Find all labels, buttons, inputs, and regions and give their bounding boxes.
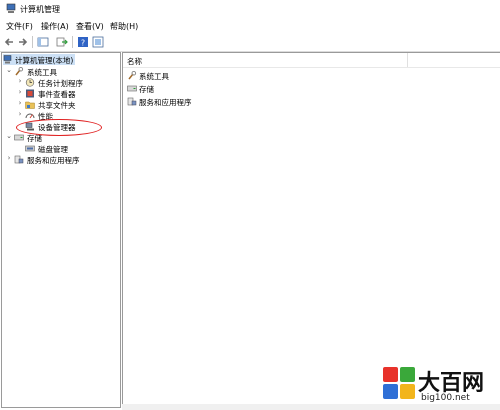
toolbar-separator (32, 36, 33, 48)
clock-icon (25, 78, 35, 87)
event-viewer-icon (26, 89, 34, 98)
tree-root[interactable]: 计算机管理(本地) (3, 54, 113, 65)
properties-icon[interactable] (92, 36, 104, 48)
disk-management-icon (25, 145, 35, 152)
chevron-right-icon[interactable]: › (16, 110, 24, 118)
highlight-ring (16, 119, 102, 136)
services-icon (14, 155, 24, 164)
toolbar: ? (0, 33, 500, 52)
performance-icon (25, 113, 35, 119)
tree-item-event-viewer[interactable]: › 事件查看器 (16, 88, 116, 99)
show-tree-icon[interactable] (37, 36, 49, 48)
horizontal-scrollbar[interactable] (122, 404, 500, 410)
services-icon (127, 97, 137, 106)
tools-icon (15, 67, 24, 76)
tree-item-services[interactable]: › 服务和应用程序 (5, 154, 115, 165)
chevron-right-icon[interactable]: › (16, 88, 24, 96)
toolbar-separator (72, 36, 73, 48)
chevron-down-icon[interactable]: ⌄ (5, 66, 13, 74)
list-item-label: 系统工具 (139, 72, 169, 81)
shared-folder-icon (25, 101, 35, 109)
svg-text:?: ? (81, 38, 85, 47)
watermark-url: big100.net (421, 393, 470, 403)
tree-item-shared-folders[interactable]: › 共享文件夹 (16, 99, 116, 110)
watermark-logo (383, 367, 415, 399)
export-list-icon[interactable] (56, 36, 68, 48)
list-header: 名称 (123, 53, 500, 68)
computer-management-icon (3, 55, 12, 64)
chevron-down-icon[interactable]: ⌄ (5, 132, 13, 140)
title-bar: 计算机管理 (0, 0, 500, 18)
chevron-right-icon[interactable]: › (5, 154, 13, 162)
tree-item-label: 服务和应用程序 (27, 156, 80, 165)
tree-item-system-tools[interactable]: ⌄ 系统工具 (5, 66, 115, 77)
help-icon[interactable]: ? (77, 36, 89, 48)
navigation-tree: 计算机管理(本地) ⌄ 系统工具 › 任务计划程序 › 事件查看器 › 共享文件… (1, 52, 121, 408)
computer-management-icon (6, 3, 16, 13)
window-title: 计算机管理 (20, 5, 60, 14)
tools-icon (128, 71, 137, 80)
chevron-right-icon[interactable]: › (16, 77, 24, 85)
chevron-right-icon[interactable]: › (16, 99, 24, 107)
tree-root-label: 计算机管理(本地) (15, 56, 74, 65)
menu-bar: 文件(F) 操作(A) 查看(V) 帮助(H) (0, 18, 500, 33)
menu-view[interactable]: 查看(V) (76, 21, 104, 32)
tree-item-task-scheduler[interactable]: › 任务计划程序 (16, 77, 116, 88)
storage-icon (127, 85, 137, 92)
forward-arrow-icon[interactable] (17, 36, 29, 48)
list-item-label: 服务和应用程序 (139, 98, 192, 107)
back-arrow-icon[interactable] (3, 36, 15, 48)
menu-action[interactable]: 操作(A) (41, 21, 69, 32)
storage-icon (14, 134, 24, 141)
menu-file[interactable]: 文件(F) (6, 21, 33, 32)
content-list: 名称 系统工具 存储 服务和应用程序 (122, 52, 500, 408)
column-divider[interactable] (407, 53, 408, 67)
tree-item-disk-management[interactable]: 磁盘管理 (16, 143, 116, 154)
menu-help[interactable]: 帮助(H) (110, 21, 138, 32)
list-item-label: 存储 (139, 85, 154, 94)
column-header-name[interactable]: 名称 (127, 56, 142, 67)
